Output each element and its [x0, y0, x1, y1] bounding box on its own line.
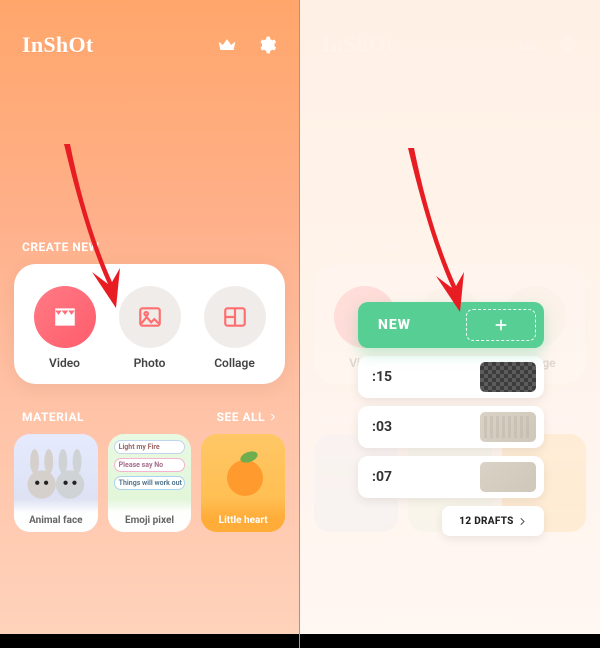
status-bar	[0, 0, 299, 18]
image-icon	[119, 286, 181, 348]
new-project-button[interactable]: NEW	[358, 302, 544, 348]
create-item-label: Photo	[134, 356, 166, 370]
see-all-label: SEE ALL	[217, 410, 265, 424]
draft-thumbnail	[480, 462, 536, 492]
android-navbar	[0, 634, 299, 648]
fruit-illustration	[219, 448, 271, 496]
draft-duration: :03	[372, 419, 392, 435]
draft-duration: :07	[372, 469, 392, 485]
draft-duration: :15	[372, 369, 392, 385]
plus-icon	[466, 309, 536, 341]
clapperboard-icon	[34, 286, 96, 348]
tag: Please say No	[114, 458, 186, 472]
app-header: InShOt	[0, 18, 299, 64]
tag: Light my Fire	[114, 440, 186, 454]
draft-item[interactable]: :15	[358, 356, 544, 398]
draft-thumbnail	[480, 412, 536, 442]
create-item-label: Video	[49, 356, 80, 370]
gear-icon[interactable]	[257, 35, 277, 55]
material-list[interactable]: Animal face Light my Fire Please say No …	[0, 424, 299, 532]
screen-drafts-popup: InShOt CREATE NEW Video Photo Collage MA…	[300, 0, 600, 648]
material-card-label: Emoji pixel	[108, 499, 192, 532]
screen-home: InShOt CREATE NEW Video	[0, 0, 300, 648]
draft-thumbnail	[480, 362, 536, 392]
create-photo-button[interactable]: Photo	[119, 286, 181, 370]
android-navbar	[300, 634, 600, 648]
material-label: MATERIAL	[22, 410, 84, 424]
material-header-row: MATERIAL SEE ALL	[0, 410, 299, 424]
create-item-label: Collage	[214, 356, 255, 370]
tag: Things will work out	[114, 476, 186, 490]
material-card-label: Little heart	[201, 499, 285, 532]
material-card-label: Animal face	[14, 499, 98, 532]
draft-item[interactable]: :07	[358, 456, 544, 498]
material-card-animal-face[interactable]: Animal face	[14, 434, 98, 532]
chevron-right-icon	[518, 517, 527, 526]
dual-screenshot: InShOt CREATE NEW Video	[0, 0, 600, 648]
drafts-count-label: 12 DRAFTS	[459, 516, 513, 527]
material-card-emoji-pixel[interactable]: Light my Fire Please say No Things will …	[108, 434, 192, 532]
draft-item[interactable]: :03	[358, 406, 544, 448]
animal-illustration	[20, 442, 92, 504]
pixel-tags: Light my Fire Please say No Things will …	[114, 440, 186, 490]
drafts-popup: NEW :15 :03 :07 12 DRAFTS	[358, 302, 544, 536]
new-button-label: NEW	[378, 317, 411, 333]
create-collage-button[interactable]: Collage	[204, 286, 266, 370]
view-all-drafts-button[interactable]: 12 DRAFTS	[442, 506, 544, 536]
material-card-little-heart[interactable]: Little heart	[201, 434, 285, 532]
see-all-button[interactable]: SEE ALL	[217, 410, 277, 424]
collage-icon	[204, 286, 266, 348]
create-new-label: CREATE NEW	[0, 240, 299, 254]
header-actions	[217, 35, 277, 55]
create-new-card: Video Photo Collage	[14, 264, 285, 384]
app-logo: InShOt	[22, 32, 94, 58]
create-video-button[interactable]: Video	[34, 286, 96, 370]
crown-icon[interactable]	[217, 35, 237, 55]
